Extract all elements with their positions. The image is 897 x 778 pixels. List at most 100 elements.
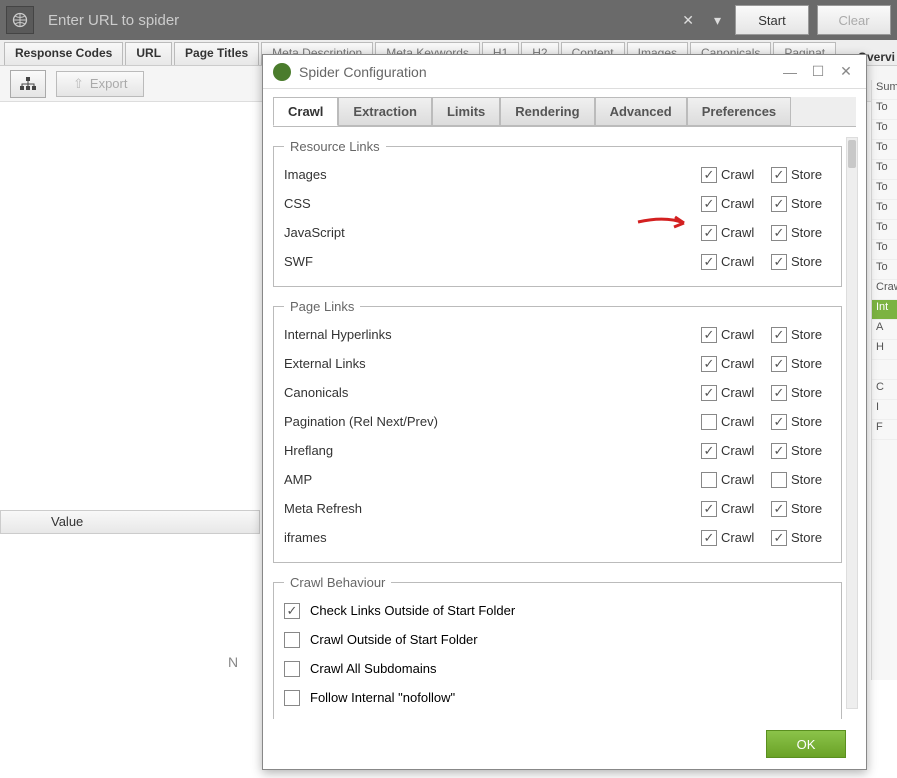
store-checkbox[interactable] — [771, 501, 787, 517]
crawl-checkbox[interactable] — [701, 501, 717, 517]
store-checkbox[interactable] — [771, 530, 787, 546]
page-links-group: Page Links Internal HyperlinksCrawlStore… — [273, 299, 842, 563]
config-tab-crawl[interactable]: Crawl — [273, 97, 338, 126]
sidebar-row[interactable] — [872, 360, 897, 380]
store-checkbox[interactable] — [771, 196, 787, 212]
sidebar-row[interactable]: A — [872, 320, 897, 340]
scrollbar[interactable] — [846, 137, 858, 709]
config-tab-rendering[interactable]: Rendering — [500, 97, 594, 126]
dialog-titlebar[interactable]: Spider Configuration — ☐ ✕ — [263, 55, 866, 89]
store-label: Store — [791, 443, 831, 458]
store-label: Store — [791, 196, 831, 211]
config-tab-advanced[interactable]: Advanced — [595, 97, 687, 126]
option-label: External Links — [284, 356, 691, 371]
value-column-header[interactable]: Value — [0, 510, 260, 534]
option-label: iframes — [284, 530, 691, 545]
crawl-checkbox[interactable] — [701, 196, 717, 212]
start-button[interactable]: Start — [735, 5, 809, 35]
crawl-label: Crawl — [721, 443, 761, 458]
sidebar-row[interactable]: To — [872, 160, 897, 180]
crawl-checkbox[interactable] — [701, 414, 717, 430]
option-label: Images — [284, 167, 691, 182]
behaviour-checkbox[interactable] — [284, 690, 300, 706]
page-links-legend: Page Links — [284, 299, 360, 314]
minimize-icon[interactable]: — — [780, 64, 800, 80]
behaviour-label: Follow Internal "nofollow" — [310, 690, 455, 705]
store-checkbox[interactable] — [771, 254, 787, 270]
sidebar-row[interactable]: Sum — [872, 80, 897, 100]
behaviour-checkbox[interactable] — [284, 661, 300, 677]
store-checkbox[interactable] — [771, 327, 787, 343]
sitemap-icon[interactable] — [10, 70, 46, 98]
ok-button[interactable]: OK — [766, 730, 846, 758]
crawl-label: Crawl — [721, 327, 761, 342]
close-icon[interactable]: ✕ — [836, 63, 856, 80]
url-input[interactable] — [42, 6, 668, 35]
behaviour-label: Check Links Outside of Start Folder — [310, 603, 515, 618]
crawl-checkbox[interactable] — [701, 385, 717, 401]
option-row: Meta RefreshCrawlStore — [284, 494, 831, 523]
store-label: Store — [791, 167, 831, 182]
config-tab-preferences[interactable]: Preferences — [687, 97, 791, 126]
crawl-checkbox[interactable] — [701, 254, 717, 270]
option-row: Internal HyperlinksCrawlStore — [284, 320, 831, 349]
crawl-checkbox[interactable] — [701, 356, 717, 372]
config-tab-extraction[interactable]: Extraction — [338, 97, 432, 126]
crawl-checkbox[interactable] — [701, 472, 717, 488]
clear-button[interactable]: Clear — [817, 5, 891, 35]
sidebar-row[interactable]: To — [872, 200, 897, 220]
frog-icon — [273, 63, 291, 81]
sidebar-row[interactable]: F — [872, 420, 897, 440]
store-checkbox[interactable] — [771, 472, 787, 488]
sidebar-row[interactable]: To — [872, 180, 897, 200]
option-row: iframesCrawlStore — [284, 523, 831, 552]
main-tab[interactable]: Page Titles — [174, 42, 259, 65]
crawl-checkbox[interactable] — [701, 530, 717, 546]
spider-config-dialog: Spider Configuration — ☐ ✕ CrawlExtracti… — [262, 54, 867, 770]
option-label: JavaScript — [284, 225, 691, 240]
dialog-tab-bar: CrawlExtractionLimitsRenderingAdvancedPr… — [273, 97, 856, 127]
sidebar-row[interactable]: To — [872, 220, 897, 240]
crawl-label: Crawl — [721, 167, 761, 182]
store-checkbox[interactable] — [771, 385, 787, 401]
option-row: CSSCrawlStore — [284, 189, 831, 218]
option-label: CSS — [284, 196, 691, 211]
scrollbar-thumb[interactable] — [848, 140, 856, 168]
main-tab[interactable]: URL — [125, 42, 172, 65]
behaviour-checkbox[interactable] — [284, 632, 300, 648]
sidebar-row[interactable]: C — [872, 380, 897, 400]
store-checkbox[interactable] — [771, 167, 787, 183]
option-row: External LinksCrawlStore — [284, 349, 831, 378]
crawl-checkbox[interactable] — [701, 327, 717, 343]
option-label: Meta Refresh — [284, 501, 691, 516]
sidebar-row[interactable]: Craw — [872, 280, 897, 300]
behaviour-checkbox[interactable] — [284, 719, 300, 720]
maximize-icon[interactable]: ☐ — [808, 63, 828, 80]
resource-links-group: Resource Links ImagesCrawlStoreCSSCrawlS… — [273, 139, 842, 287]
store-checkbox[interactable] — [771, 443, 787, 459]
sidebar-row[interactable]: To — [872, 120, 897, 140]
store-checkbox[interactable] — [771, 414, 787, 430]
config-tab-limits[interactable]: Limits — [432, 97, 500, 126]
clear-url-icon[interactable]: ✕ — [676, 12, 700, 29]
sidebar-row[interactable]: H — [872, 340, 897, 360]
sidebar-row-active[interactable]: Int — [872, 300, 897, 320]
option-row: Hreflang Crawl Store — [284, 436, 831, 465]
store-checkbox[interactable] — [771, 225, 787, 241]
crawl-checkbox[interactable] — [701, 167, 717, 183]
option-label: Hreflang — [284, 443, 691, 458]
url-toolbar: ✕ ▾ Start Clear — [0, 0, 897, 40]
behaviour-checkbox[interactable] — [284, 603, 300, 619]
sidebar-row[interactable]: To — [872, 260, 897, 280]
url-dropdown-icon[interactable]: ▾ — [708, 12, 727, 29]
crawl-label: Crawl — [721, 254, 761, 269]
sidebar-row[interactable]: To — [872, 240, 897, 260]
sidebar-row[interactable]: To — [872, 140, 897, 160]
crawl-checkbox[interactable] — [701, 225, 717, 241]
store-checkbox[interactable] — [771, 356, 787, 372]
crawl-checkbox[interactable] — [701, 443, 717, 459]
sidebar-row[interactable]: I — [872, 400, 897, 420]
sidebar-row[interactable]: To — [872, 100, 897, 120]
export-button[interactable]: ⇧Export — [56, 71, 144, 97]
main-tab[interactable]: Response Codes — [4, 42, 123, 65]
